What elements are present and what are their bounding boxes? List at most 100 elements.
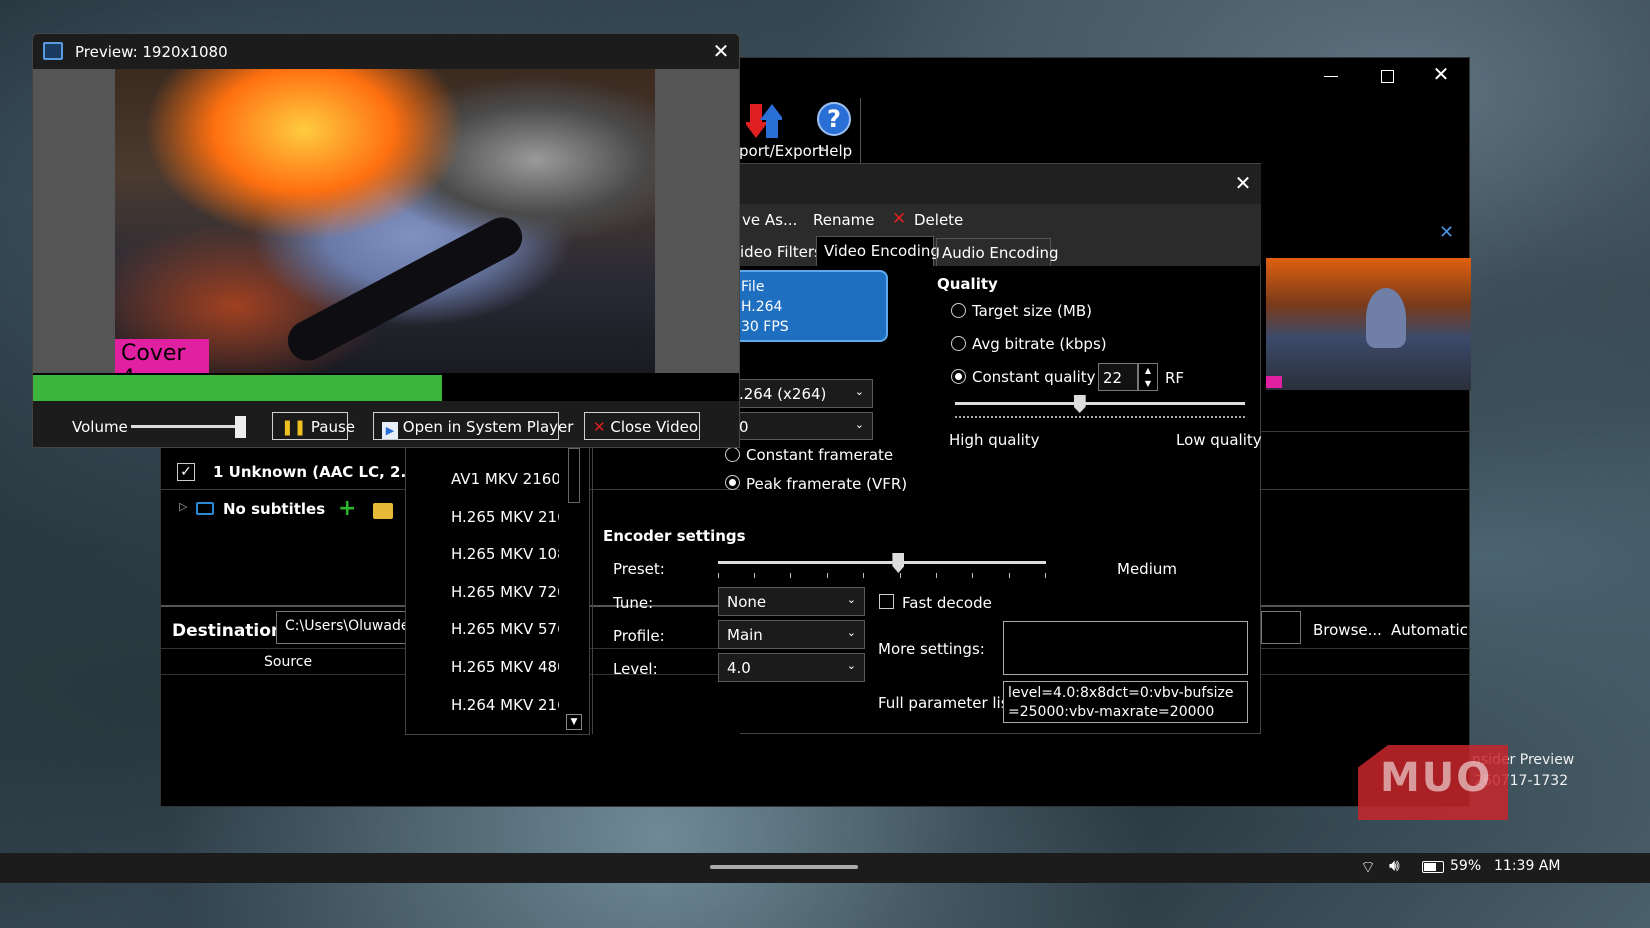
chevron-down-icon: ⌄ <box>846 659 856 672</box>
constant-framerate-radio[interactable] <box>725 447 740 462</box>
quality-slider[interactable] <box>955 395 1245 421</box>
rf-stepper[interactable]: ▲ ▼ <box>1138 363 1158 391</box>
avg-bitrate-radio[interactable] <box>951 336 966 351</box>
add-subtitle-icon[interactable]: + <box>338 496 356 521</box>
video-encoder-select[interactable]: .264 (x264) ⌄ <box>730 379 873 408</box>
preset-slider-thumb[interactable] <box>892 553 905 573</box>
folder-icon[interactable] <box>373 503 393 519</box>
rf-unit-label: RF <box>1165 369 1185 387</box>
encoder-settings-divider <box>592 440 593 734</box>
summary-badge: File H.264 30 FPS <box>730 270 888 342</box>
avg-bitrate-label: Avg bitrate (kbps) <box>972 335 1107 353</box>
delete-icon[interactable]: ✕ <box>892 209 906 229</box>
fast-decode-label: Fast decode <box>902 594 992 612</box>
minimize-icon[interactable] <box>1321 66 1341 86</box>
peak-framerate-label: Peak framerate (VFR) <box>746 475 908 493</box>
automatic-button[interactable]: Automatic <box>1391 621 1468 639</box>
framerate-select[interactable]: 0 ⌄ <box>730 412 873 440</box>
target-size-radio[interactable] <box>951 303 966 318</box>
preset-item[interactable]: H.265 MKV 1080p <box>451 545 559 563</box>
maximize-icon[interactable] <box>1377 66 1397 86</box>
preset-slider[interactable] <box>718 553 1046 583</box>
browse-button[interactable]: Browse... <box>1313 621 1382 639</box>
cover-overlay-badge: Cover 4 <box>115 339 209 391</box>
chevron-down-icon: ⌄ <box>846 626 856 639</box>
save-as-menu[interactable]: ve As... <box>742 211 797 229</box>
preview-title: Preview: 1920x1080 <box>75 43 228 61</box>
destination-label: Destination: <box>172 621 290 641</box>
muo-logo: MUO <box>1358 745 1508 820</box>
battery-percent: 59% <box>1450 858 1482 874</box>
profile-select[interactable]: Main ⌄ <box>718 620 865 649</box>
constant-quality-label: Constant quality <box>972 368 1096 386</box>
help-icon[interactable]: ? <box>817 102 851 136</box>
expand-chevron-icon[interactable]: ▷ <box>179 500 187 513</box>
presets-scrollbar[interactable]: ▼ <box>566 448 582 731</box>
pause-button[interactable]: ❚❚ Pause <box>272 412 355 440</box>
constant-quality-radio[interactable] <box>951 369 966 384</box>
fast-decode-checkbox[interactable] <box>879 594 894 609</box>
import-export-label[interactable]: port/Export <box>739 142 824 160</box>
preset-item[interactable]: H.265 MKV 576p <box>451 620 559 638</box>
source-column-header: Source <box>264 654 313 670</box>
rf-input[interactable]: 22 <box>1098 363 1138 391</box>
close-icon[interactable]: ✕ <box>1431 64 1451 84</box>
delete-menu[interactable]: Delete <box>914 211 963 229</box>
preview-close-icon[interactable]: ✕ <box>711 41 731 61</box>
subtitles-icon <box>196 502 214 515</box>
destination-input-right[interactable] <box>1261 611 1301 644</box>
tab-video-filters[interactable]: ideo Filters <box>740 243 822 261</box>
guitar-shape <box>280 210 530 368</box>
video-image <box>115 69 655 373</box>
destination-input[interactable]: C:\Users\Oluwaden <box>276 611 411 644</box>
volume-slider[interactable] <box>131 415 249 439</box>
chevron-down-icon: ⌄ <box>854 385 864 398</box>
tab-video-encoding[interactable]: Video Encoding <box>816 236 940 266</box>
dialog-close-icon[interactable]: ✕ <box>1233 173 1253 193</box>
volume-slider-thumb[interactable] <box>235 416 246 438</box>
volume-icon[interactable]: 🔊︎ <box>1389 856 1400 876</box>
clock[interactable]: 11:39 AM <box>1494 858 1560 874</box>
preset-item[interactable]: H.265 MKV 720p <box>451 583 559 601</box>
preset-label: Preset: <box>613 560 665 578</box>
battery-icon[interactable] <box>1422 861 1444 873</box>
profile-label: Profile: <box>613 627 665 645</box>
playback-progress-fill <box>33 375 443 401</box>
chevron-down-icon: ⌄ <box>854 418 864 431</box>
open-system-player-button[interactable]: ▶ Open in System Player <box>373 412 573 440</box>
tune-select[interactable]: None ⌄ <box>718 587 865 616</box>
peak-framerate-radio[interactable] <box>725 475 740 490</box>
help-label[interactable]: Help <box>818 142 852 160</box>
tab-audio-encoding[interactable]: Audio Encoding <box>936 238 1059 266</box>
preset-value: Medium <box>1117 560 1177 578</box>
pause-icon: ❚❚ <box>281 418 307 436</box>
panel-close-icon[interactable]: ✕ <box>1439 224 1457 242</box>
close-video-button[interactable]: ✕ Close Video <box>584 412 700 440</box>
rename-menu[interactable]: Rename <box>813 211 875 229</box>
preset-item[interactable]: H.265 MKV 480p <box>451 658 559 676</box>
audio-track-checkbox[interactable]: ✓ <box>177 463 195 481</box>
level-select[interactable]: 4.0 ⌄ <box>718 653 865 682</box>
playback-progress[interactable] <box>33 373 739 401</box>
scroll-down-icon[interactable]: ▼ <box>566 714 582 730</box>
quality-slider-thumb[interactable] <box>1073 395 1086 413</box>
video-frame: Cover 4 <box>33 69 739 391</box>
wifi-icon[interactable]: ⌔ <box>1360 857 1376 878</box>
low-quality-label: Low quality <box>1176 431 1262 449</box>
dialog-titlebar <box>740 164 1261 204</box>
level-label: Level: <box>613 660 658 678</box>
taskbar-handle[interactable] <box>710 865 858 869</box>
preset-item[interactable]: H.264 MKV 2160p <box>451 696 559 714</box>
play-file-icon: ▶ <box>382 422 398 439</box>
subtitles-label: No subtitles <box>223 500 326 518</box>
chevron-down-icon: ⌄ <box>846 593 856 606</box>
preview-thumbnail <box>1266 258 1471 390</box>
preset-item[interactable]: H.265 MKV 2160p <box>451 508 559 526</box>
encoder-settings-heading: Encoder settings <box>603 527 746 545</box>
high-quality-label: High quality <box>949 431 1040 449</box>
full-param-label: Full parameter list: <box>878 694 1020 712</box>
preset-item[interactable]: AV1 MKV 2160p <box>451 470 559 488</box>
more-settings-label: More settings: <box>878 640 985 658</box>
more-settings-input[interactable] <box>1003 621 1248 675</box>
import-export-icon[interactable] <box>744 100 784 140</box>
